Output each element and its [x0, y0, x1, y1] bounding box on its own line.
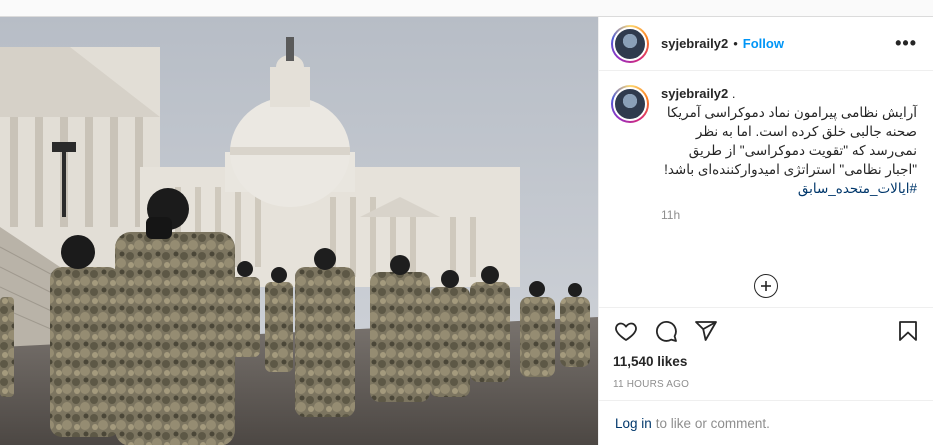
caption-time: 11h [661, 208, 681, 222]
share-icon[interactable] [693, 318, 719, 344]
caption-comment: syjebraily2 . آرایش نظامی پیرامون نماد د… [599, 71, 933, 222]
post-header: syjebraily2 • Follow ••• [599, 17, 933, 71]
caption-text-block: آرایش نظامی پیرامون نماد دموکراسی آمریکا… [661, 103, 917, 198]
caption-username[interactable]: syjebraily2 [661, 86, 728, 101]
login-link[interactable]: Log in [615, 416, 652, 431]
caption-avatar-ring[interactable] [611, 85, 649, 123]
instagram-post: syjebraily2 • Follow ••• syjebraily2 . آ… [0, 16, 933, 445]
post-photo[interactable] [0, 17, 598, 445]
comment-icon[interactable] [653, 318, 679, 344]
login-prompt: Log in to like or comment. [599, 400, 933, 445]
post-sidebar: syjebraily2 • Follow ••• syjebraily2 . آ… [598, 17, 933, 445]
caption-header: syjebraily2 . [661, 85, 917, 103]
author-avatar-ring[interactable] [611, 24, 649, 63]
author-username[interactable]: syjebraily2 [661, 36, 728, 51]
separator-dot: • [733, 36, 738, 51]
login-text: to like or comment. [655, 416, 770, 431]
avatar[interactable] [613, 87, 647, 121]
caption-text: آرایش نظامی پیرامون نماد دموکراسی آمریکا… [664, 105, 917, 177]
caption-suffix: . [731, 86, 736, 101]
hashtag-link[interactable]: #ایالات_متحده_سابق [798, 181, 917, 196]
posted-time[interactable]: 11 HOURS AGO [613, 379, 921, 390]
heart-icon[interactable] [613, 318, 639, 344]
follow-button[interactable]: Follow [743, 36, 784, 51]
more-options-icon[interactable]: ••• [895, 33, 917, 54]
action-icons [613, 314, 921, 348]
plus-glyph [761, 281, 771, 291]
post-actions: 11,540 likes 11 HOURS AGO [599, 307, 933, 390]
likes-count[interactable]: 11,540 likes [613, 354, 921, 369]
avatar[interactable] [613, 26, 647, 61]
caption-body: syjebraily2 . آرایش نظامی پیرامون نماد د… [661, 85, 917, 222]
bookmark-icon[interactable] [895, 318, 921, 344]
capitol-soldiers-photo [0, 17, 598, 445]
plus-circle-icon[interactable] [754, 274, 778, 298]
